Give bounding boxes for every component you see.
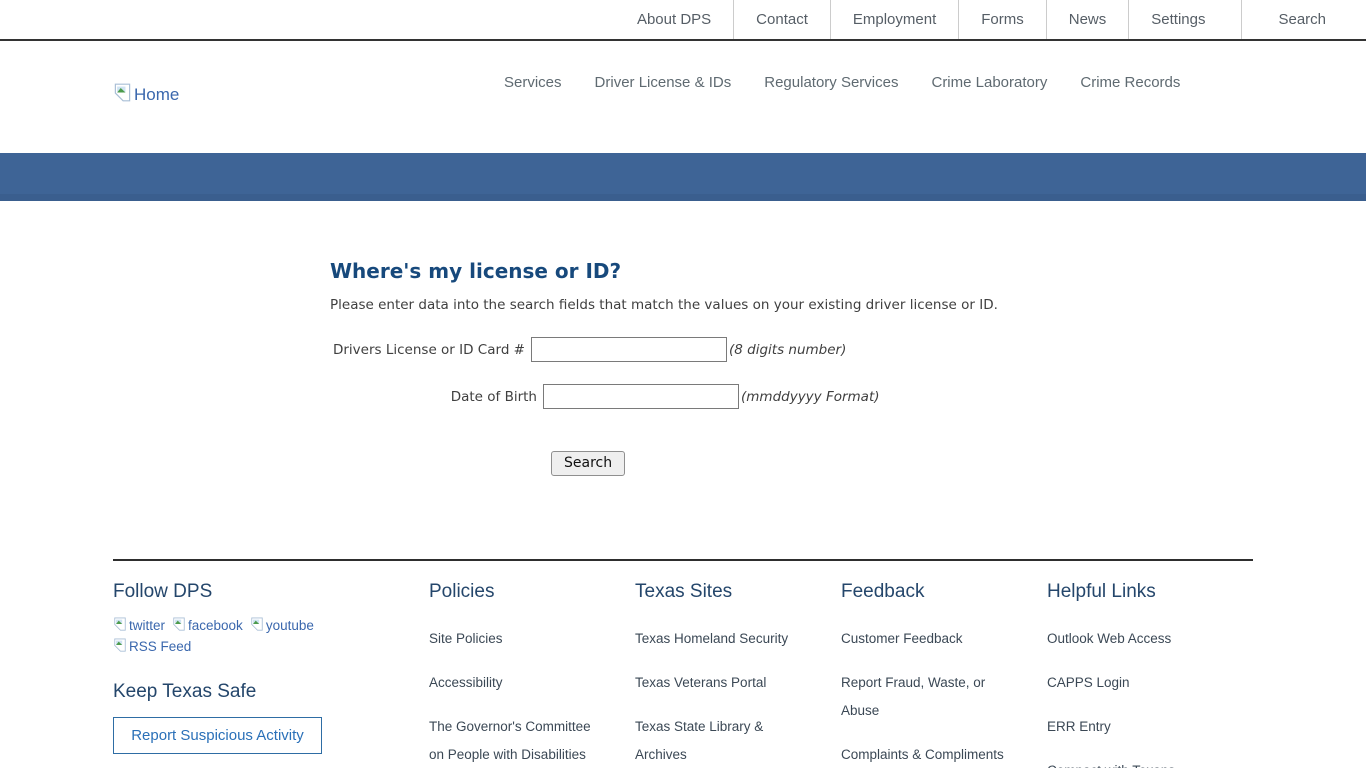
top-utility-bar: About DPS Contact Employment Forms News … bbox=[0, 0, 1366, 41]
footer-feedback-column: Feedback Customer Feedback Report Fraud,… bbox=[841, 579, 1047, 768]
date-of-birth-hint: (mmddyyyy Format) bbox=[741, 389, 880, 405]
topbar-item-settings[interactable]: Settings bbox=[1128, 0, 1241, 39]
date-of-birth-label: Date of Birth bbox=[330, 389, 543, 405]
footer: Follow DPS twitter bbox=[0, 559, 1366, 768]
social-link-rss-feed[interactable]: RSS Feed bbox=[113, 638, 191, 655]
license-number-row: Drivers License or ID Card # (8 digits n… bbox=[330, 337, 1253, 362]
social-links-row: twitter facebook bbox=[113, 617, 349, 655]
nav-item-regulatory-services[interactable]: Regulatory Services bbox=[764, 68, 898, 97]
social-label-twitter: twitter bbox=[129, 618, 165, 633]
page-title: Where's my license or ID? bbox=[330, 259, 1253, 283]
broken-image-icon bbox=[113, 638, 127, 655]
license-number-hint: (8 digits number) bbox=[729, 342, 846, 358]
footer-link-err-entry[interactable]: ERR Entry bbox=[1047, 713, 1227, 741]
broken-image-icon bbox=[250, 617, 264, 634]
social-link-facebook[interactable]: facebook bbox=[172, 617, 243, 634]
nav-item-driver-license-ids[interactable]: Driver License & IDs bbox=[595, 68, 732, 97]
topbar-item-forms[interactable]: Forms bbox=[958, 0, 1046, 39]
date-of-birth-row: Date of Birth (mmddyyyy Format) bbox=[330, 384, 1253, 409]
footer-policies-column: Policies Site Policies Accessibility The… bbox=[429, 579, 635, 768]
footer-link-customer-feedback[interactable]: Customer Feedback bbox=[841, 625, 1021, 653]
search-button[interactable]: Search bbox=[551, 451, 625, 476]
footer-link-capps-login[interactable]: CAPPS Login bbox=[1047, 669, 1227, 697]
footer-link-texas-veterans-portal[interactable]: Texas Veterans Portal bbox=[635, 669, 815, 697]
social-label-facebook: facebook bbox=[188, 618, 243, 633]
topbar-search-link[interactable]: Search bbox=[1241, 0, 1348, 39]
social-link-twitter[interactable]: twitter bbox=[113, 617, 165, 634]
footer-link-report-fraud[interactable]: Report Fraud, Waste, or Abuse bbox=[841, 669, 1021, 725]
footer-link-site-policies[interactable]: Site Policies bbox=[429, 625, 609, 653]
blue-banner bbox=[0, 153, 1366, 201]
instructions-text: Please enter data into the search fields… bbox=[330, 297, 1253, 313]
feedback-heading: Feedback bbox=[841, 581, 1047, 603]
footer-link-outlook-web-access[interactable]: Outlook Web Access bbox=[1047, 625, 1227, 653]
topbar-item-about-dps[interactable]: About DPS bbox=[615, 0, 733, 39]
license-number-input[interactable] bbox=[531, 337, 727, 362]
main-content: Where's my license or ID? Please enter d… bbox=[0, 201, 1366, 559]
nav-item-crime-records[interactable]: Crime Records bbox=[1080, 68, 1180, 97]
texas-sites-heading: Texas Sites bbox=[635, 581, 841, 603]
social-link-youtube[interactable]: youtube bbox=[250, 617, 314, 634]
footer-link-texas-state-library[interactable]: Texas State Library & Archives bbox=[635, 713, 815, 768]
footer-link-complaints-compliments[interactable]: Complaints & Compliments bbox=[841, 741, 1021, 768]
footer-helpful-links-column: Helpful Links Outlook Web Access CAPPS L… bbox=[1047, 579, 1253, 768]
keep-texas-safe-heading: Keep Texas Safe bbox=[113, 681, 429, 703]
helpful-links-heading: Helpful Links bbox=[1047, 581, 1253, 603]
date-of-birth-input[interactable] bbox=[543, 384, 739, 409]
topbar-item-news[interactable]: News bbox=[1046, 0, 1129, 39]
primary-nav: Services Driver License & IDs Regulatory… bbox=[504, 68, 1194, 97]
social-label-youtube: youtube bbox=[266, 618, 314, 633]
nav-item-services[interactable]: Services bbox=[504, 68, 562, 97]
footer-link-compact-with-texans[interactable]: Compact with Texans bbox=[1047, 757, 1227, 768]
footer-texas-sites-column: Texas Sites Texas Homeland Security Texa… bbox=[635, 579, 841, 768]
policies-heading: Policies bbox=[429, 581, 635, 603]
social-label-rss-feed: RSS Feed bbox=[129, 639, 191, 654]
home-logo-link[interactable]: Home bbox=[113, 83, 179, 107]
broken-image-icon bbox=[172, 617, 186, 634]
report-suspicious-activity-button[interactable]: Report Suspicious Activity bbox=[113, 717, 322, 754]
footer-link-governors-committee[interactable]: The Governor's Committee on People with … bbox=[429, 713, 609, 768]
footer-follow-column: Follow DPS twitter bbox=[113, 579, 429, 768]
footer-link-texas-homeland-security[interactable]: Texas Homeland Security bbox=[635, 625, 815, 653]
site-header: Home Services Driver License & IDs Regul… bbox=[0, 41, 1366, 153]
broken-image-icon bbox=[113, 617, 127, 634]
topbar-item-contact[interactable]: Contact bbox=[733, 0, 830, 39]
broken-image-icon bbox=[113, 83, 132, 107]
home-alt-text: Home bbox=[134, 85, 179, 105]
nav-item-crime-laboratory[interactable]: Crime Laboratory bbox=[931, 68, 1047, 97]
footer-link-accessibility[interactable]: Accessibility bbox=[429, 669, 609, 697]
follow-dps-heading: Follow DPS bbox=[113, 581, 429, 603]
license-number-label: Drivers License or ID Card # bbox=[330, 342, 531, 358]
topbar-item-employment[interactable]: Employment bbox=[830, 0, 958, 39]
